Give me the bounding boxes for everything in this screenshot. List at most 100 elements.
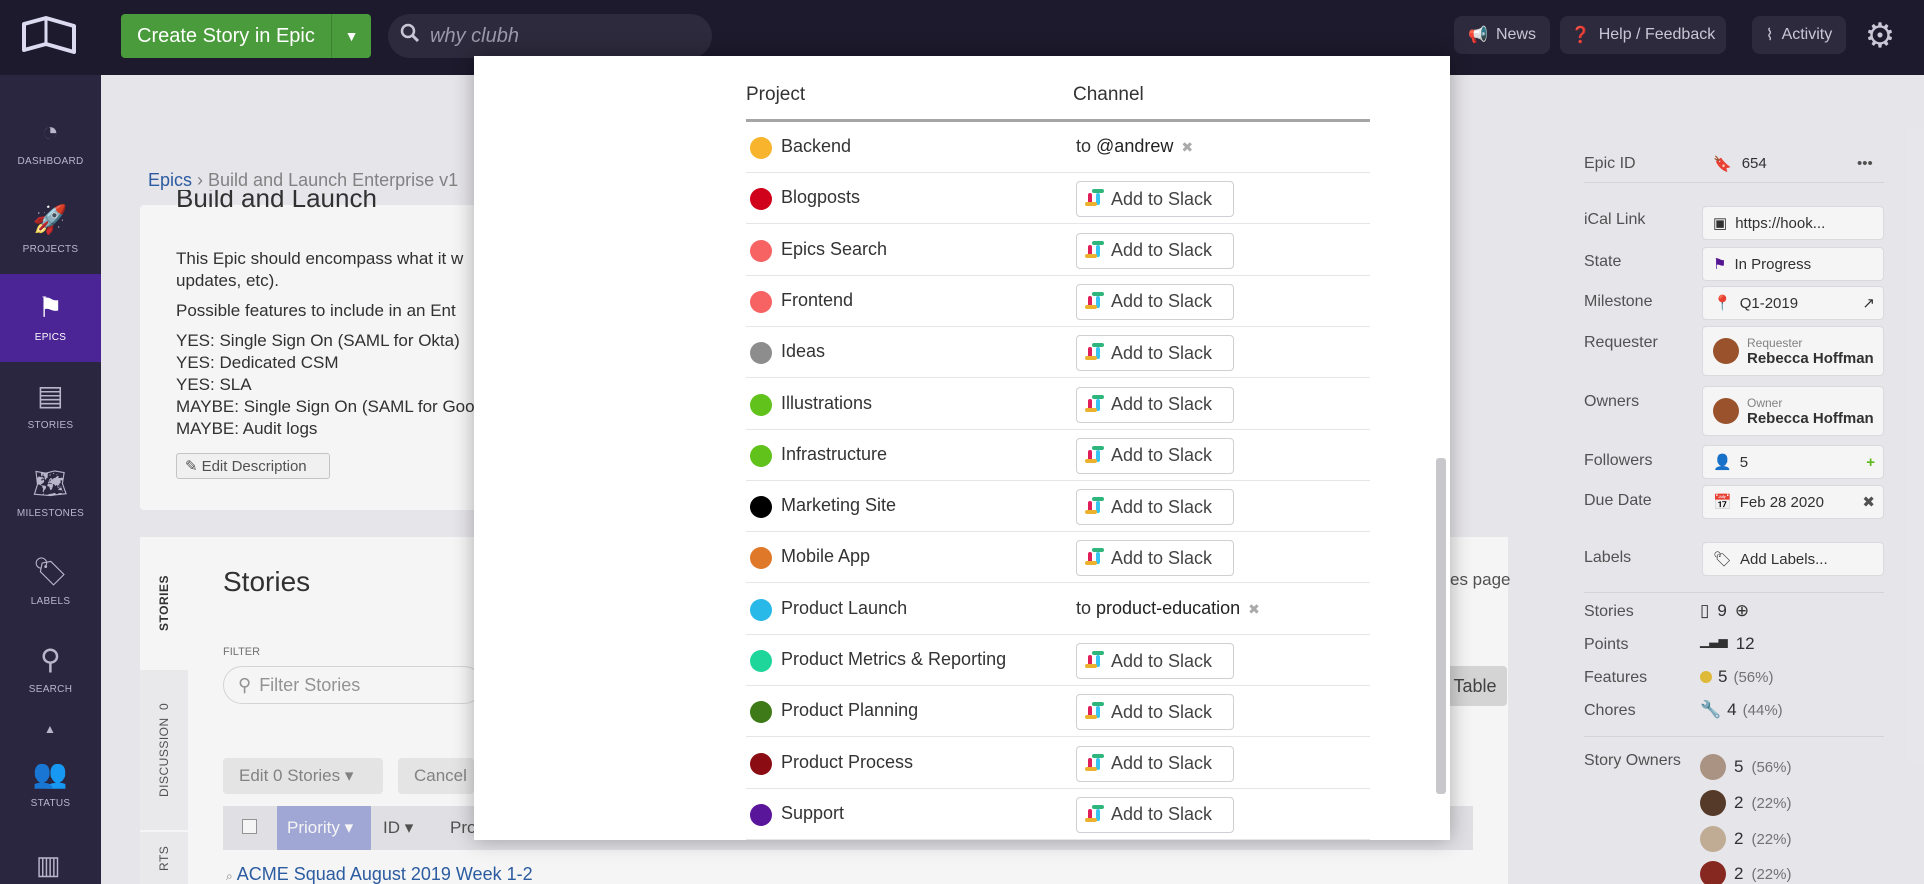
project-row: Blogposts Add to Slack (746, 173, 1370, 225)
slack-icon (1085, 343, 1104, 362)
add-to-slack-button[interactable]: Add to Slack (1076, 643, 1234, 679)
stories-icon: ▤ (37, 379, 64, 411)
rocket-icon: 🚀 (32, 203, 69, 235)
activity-button[interactable]: ⌇ Activity (1752, 16, 1846, 54)
reports-icon[interactable]: ▥ (36, 850, 61, 881)
project-color-dot (750, 547, 772, 570)
project-name: Product Launch (781, 597, 908, 618)
chevron-down-icon[interactable]: ▼ (331, 14, 371, 58)
news-button[interactable]: 📢 News (1454, 16, 1550, 54)
add-to-slack-button[interactable]: Add to Slack (1076, 335, 1234, 372)
project-color-dot (750, 803, 772, 826)
project-name: Product Process (781, 751, 914, 772)
add-to-slack-button[interactable]: Add to Slack (1076, 745, 1234, 782)
slack-icon (1085, 702, 1104, 721)
add-to-slack-label: Add to Slack (1111, 291, 1213, 312)
sidebar-item-label: LABELS (30, 595, 71, 607)
sidebar-item-label: MILESTONES (16, 507, 85, 519)
add-to-slack-label: Add to Slack (1111, 240, 1213, 261)
add-to-slack-button[interactable]: Add to Slack (1076, 283, 1234, 320)
project-row: Product Process Add to Slack (746, 738, 1370, 789)
status-icon: 👥 (32, 757, 69, 789)
add-to-slack-label: Add to Slack (1111, 496, 1213, 517)
help-icon: ❓ (1570, 27, 1591, 44)
project-name: Backend (781, 136, 852, 156)
project-name: Support (781, 802, 845, 823)
sidebar-item-projects[interactable]: 🚀 PROJECTS (0, 186, 101, 274)
add-to-slack-label: Add to Slack (1111, 547, 1213, 568)
create-story-label: Create Story in Epic (137, 24, 315, 47)
map-icon: 🗺 (32, 467, 69, 499)
project-name: Infrastructure (781, 443, 888, 464)
add-to-slack-label: Add to Slack (1111, 701, 1213, 722)
sidebar-item-stories[interactable]: ▤ STORIES (0, 362, 101, 450)
add-to-slack-label: Add to Slack (1111, 445, 1213, 466)
add-to-slack-label: Add to Slack (1111, 188, 1213, 209)
channel-to-label: to (1076, 597, 1092, 618)
project-name: Marketing Site (781, 495, 897, 516)
sidebar-item-search[interactable]: ⚲ SEARCH (0, 626, 101, 714)
add-to-slack-button[interactable]: Add to Slack (1076, 796, 1234, 833)
project-row: Illustrations Add to Slack (746, 379, 1370, 430)
slack-icon (1085, 240, 1104, 260)
add-to-slack-button[interactable]: Add to Slack (1076, 540, 1234, 577)
modal-scrollbar[interactable] (1436, 458, 1446, 794)
remove-channel-icon[interactable]: ✖ (1181, 139, 1193, 155)
news-label: News (1495, 26, 1536, 43)
sidebar-item-label: SEARCH (28, 683, 73, 695)
add-to-slack-button[interactable]: Add to Slack (1076, 489, 1234, 526)
create-story-button[interactable]: Create Story in Epic ▼ (121, 14, 371, 58)
add-to-slack-button[interactable]: Add to Slack (1076, 437, 1234, 474)
slack-icon (1085, 548, 1104, 567)
search-icon (400, 23, 420, 49)
add-to-slack-button[interactable]: Add to Slack (1076, 386, 1234, 423)
epics-flag-icon: ⚑ (37, 291, 64, 323)
project-row: Infrastructure Add to Slack (746, 430, 1370, 481)
project-name: Mobile App (781, 546, 871, 567)
app-logo-icon[interactable] (20, 14, 78, 60)
channel-to-label: to (1076, 136, 1092, 156)
search-input[interactable]: why clubh (388, 14, 712, 58)
project-color-dot (750, 444, 772, 467)
add-to-slack-button[interactable]: Add to Slack (1076, 181, 1234, 218)
project-color-dot (750, 496, 772, 519)
channel-assignment: to @andrew ✖ (1076, 136, 1193, 157)
slack-icon (1085, 291, 1104, 311)
project-row: Mobile App Add to Slack (746, 532, 1370, 584)
project-color-dot (750, 137, 772, 159)
add-to-slack-button[interactable]: Add to Slack (1076, 694, 1234, 731)
sidebar-item-epics[interactable]: ⚑ EPICS (0, 274, 101, 362)
add-to-slack-button[interactable]: Add to Slack (1076, 232, 1234, 269)
project-name: Blogposts (781, 187, 861, 208)
project-column-header: Project (746, 84, 806, 105)
gear-icon[interactable]: ⚙ (1860, 16, 1900, 56)
slack-icon (1085, 394, 1104, 414)
sidebar-item-dashboard[interactable]: ◔ DASHBOARD (0, 98, 101, 186)
sidebar-item-status[interactable]: 👥 STATUS (0, 740, 101, 828)
project-color-dot (750, 650, 772, 672)
remove-channel-icon[interactable]: ✖ (1248, 601, 1260, 617)
project-color-dot (750, 598, 772, 621)
project-row: Product Planning Add to Slack (746, 686, 1370, 738)
channel-column-header: Channel (1073, 84, 1144, 105)
channel-name: product-education (1096, 597, 1241, 618)
tag-icon: 🏷 (32, 555, 69, 587)
project-name: Ideas (781, 341, 826, 362)
project-color-dot (750, 342, 772, 365)
sidebar-item-label: STORIES (27, 419, 74, 431)
slack-icon (1085, 804, 1104, 824)
search-icon: ⚲ (40, 643, 61, 675)
project-row: Marketing Site Add to Slack (746, 481, 1370, 533)
slack-icon (1085, 497, 1104, 516)
collapse-up-icon[interactable]: ▲ (44, 722, 56, 736)
project-color-dot (750, 290, 772, 313)
project-row: Product Metrics & Reporting Add to Slack (746, 635, 1370, 686)
channel-name: @andrew (1096, 136, 1174, 156)
slack-icon (1085, 651, 1104, 670)
sidebar-item-label: STATUS (30, 797, 71, 809)
help-feedback-button[interactable]: ❓ Help / Feedback (1560, 16, 1726, 54)
slack-icon (1085, 445, 1104, 465)
project-row: Epics Search Add to Slack (746, 225, 1370, 276)
sidebar-item-milestones[interactable]: 🗺 MILESTONES (0, 450, 101, 538)
sidebar-item-labels[interactable]: 🏷 LABELS (0, 538, 101, 626)
